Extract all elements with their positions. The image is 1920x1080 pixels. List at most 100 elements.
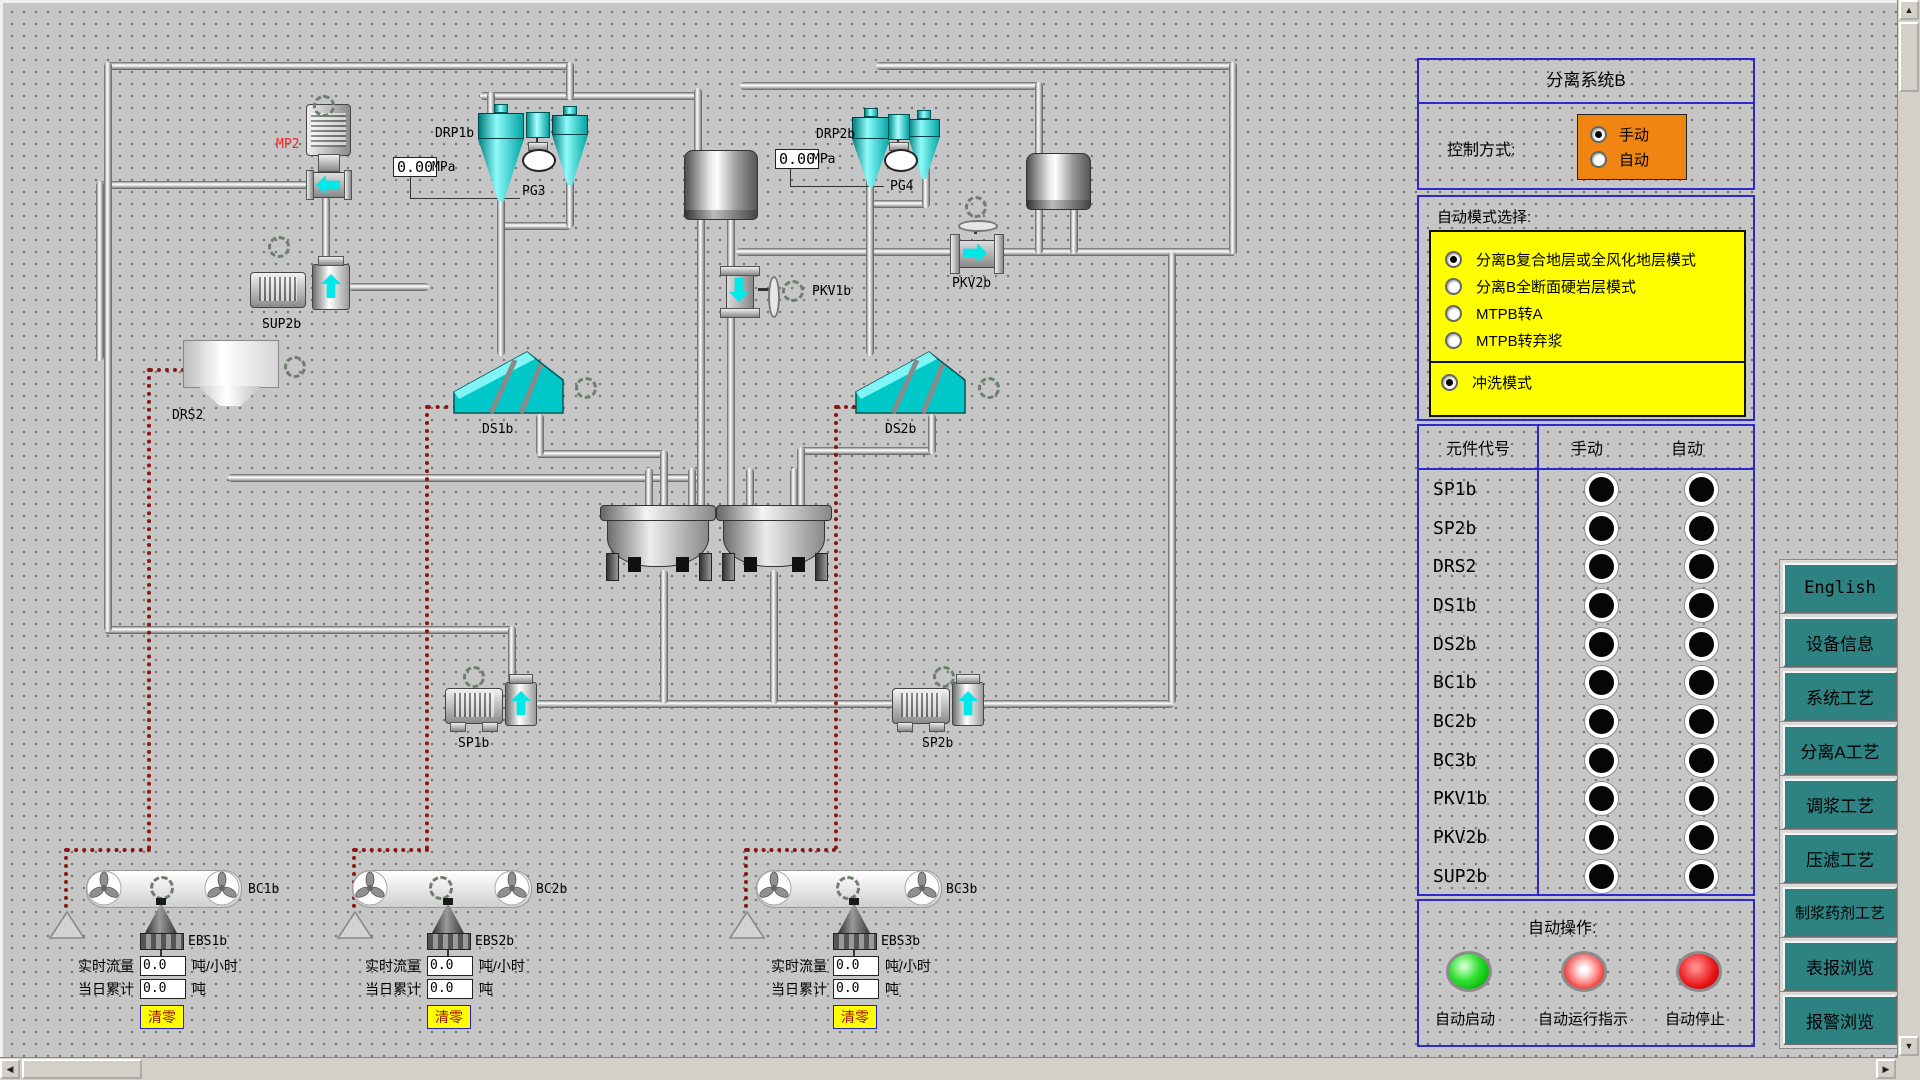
- daily-total-value[interactable]: 0.0: [427, 979, 473, 999]
- auto-mode-option[interactable]: 分离B复合地层或全风化地层模式: [1431, 246, 1744, 273]
- nav-button-slurry-mixing[interactable]: 调浆工艺: [1783, 779, 1897, 829]
- nav-button-alarm-view[interactable]: 报警浏览: [1783, 995, 1897, 1045]
- auto-start-lamp[interactable]: [1446, 951, 1492, 992]
- manual-indicator[interactable]: [1585, 860, 1618, 893]
- sup2b-motor[interactable]: [250, 272, 306, 308]
- auto-mode-option[interactable]: MTPB转弃浆: [1431, 327, 1744, 354]
- auto-indicator[interactable]: [1685, 473, 1718, 506]
- pump-flange: [956, 674, 980, 684]
- auto-indicator[interactable]: [1685, 550, 1718, 583]
- daily-total-value[interactable]: 0.0: [140, 979, 186, 999]
- auto-running-lamp[interactable]: [1561, 951, 1607, 992]
- vertical-scrollbar[interactable]: ▲ ▼: [1897, 0, 1920, 1058]
- auto-indicator[interactable]: [1685, 744, 1718, 777]
- vertical-scroll-thumb[interactable]: [1899, 22, 1919, 92]
- manual-indicator[interactable]: [1585, 550, 1618, 583]
- auto-indicator[interactable]: [1685, 782, 1718, 815]
- table-row: BC3b: [1419, 741, 1753, 780]
- drp1b-cyclone-1[interactable]: [478, 104, 524, 201]
- auto-indicator[interactable]: [1685, 589, 1718, 622]
- scroll-left-button[interactable]: ◀: [0, 1059, 20, 1079]
- manual-indicator[interactable]: [1585, 628, 1618, 661]
- nav-button-english[interactable]: English: [1783, 563, 1897, 613]
- manual-indicator[interactable]: [1585, 705, 1618, 738]
- mp2-valve[interactable]: [306, 170, 350, 198]
- table-column-divider: [1537, 424, 1539, 896]
- pg3-gauge[interactable]: [522, 149, 556, 172]
- drp1b-cyclone-2[interactable]: [552, 106, 588, 185]
- horizontal-scroll-thumb[interactable]: [22, 1059, 142, 1079]
- mixing-tank-1[interactable]: [600, 505, 716, 585]
- ds2b-shaker[interactable]: [855, 350, 967, 416]
- nav-button-slurry-agent[interactable]: 制浆药剂工艺: [1783, 887, 1897, 937]
- nav-button-device-info[interactable]: 设备信息: [1783, 617, 1897, 667]
- auto-indicator[interactable]: [1685, 860, 1718, 893]
- radio-mode-3[interactable]: [1445, 305, 1462, 322]
- flush-mode-option[interactable]: 冲洗模式: [1431, 363, 1744, 401]
- flow-rate-label: 实时流量: [78, 956, 140, 976]
- nav-button-separation-a[interactable]: 分离A工艺: [1783, 725, 1897, 775]
- radio-mode-2[interactable]: [1445, 278, 1462, 295]
- radio-mode-4[interactable]: [1445, 332, 1462, 349]
- pipe-segment: [104, 62, 112, 632]
- manual-indicator[interactable]: [1585, 589, 1618, 622]
- status-ring: [575, 377, 597, 399]
- pkv1b-handwheel[interactable]: [768, 276, 780, 318]
- material-dotted-line: [425, 405, 429, 850]
- scroll-down-button[interactable]: ▼: [1899, 1036, 1919, 1056]
- clear-button[interactable]: 清零: [140, 1005, 184, 1029]
- manual-indicator[interactable]: [1585, 473, 1618, 506]
- manual-indicator[interactable]: [1585, 821, 1618, 854]
- drs2-tank[interactable]: [183, 340, 279, 388]
- scroll-left-icon: ◀: [7, 1064, 14, 1075]
- ds1b-shaker[interactable]: [453, 350, 565, 416]
- auto-indicator[interactable]: [1685, 705, 1718, 738]
- nav-button-system-process[interactable]: 系统工艺: [1783, 671, 1897, 721]
- sup2b-pump[interactable]: [312, 264, 350, 310]
- radio-flush-mode[interactable]: [1441, 374, 1458, 391]
- auto-indicator[interactable]: [1685, 821, 1718, 854]
- flow-rate-unit: 吨/小时: [885, 956, 931, 976]
- auto-mode-option[interactable]: 分离B全断面硬岩层模式: [1431, 273, 1744, 300]
- conveyor-roller-icon: [352, 870, 388, 906]
- auto-stop-lamp[interactable]: [1676, 951, 1722, 992]
- daily-total-value[interactable]: 0.0: [833, 979, 879, 999]
- flow-rate-value[interactable]: 0.0: [427, 956, 473, 976]
- pg4-gauge[interactable]: [884, 149, 918, 172]
- sp2b-pump[interactable]: [952, 682, 984, 726]
- mixing-tank-2[interactable]: [716, 505, 832, 585]
- auto-mode-option[interactable]: MTPB转A: [1431, 300, 1744, 327]
- manual-indicator[interactable]: [1585, 512, 1618, 545]
- auto-indicator[interactable]: [1685, 628, 1718, 661]
- pkv1b-valve[interactable]: [718, 266, 760, 316]
- nav-button-report-view[interactable]: 表报浏览: [1783, 941, 1897, 991]
- pipe-segment: [694, 88, 702, 158]
- auto-indicator[interactable]: [1685, 666, 1718, 699]
- nav-button-filter-press[interactable]: 压滤工艺: [1783, 833, 1897, 883]
- mode-1-label: 分离B复合地层或全风化地层模式: [1476, 249, 1696, 270]
- hopper-icon: [728, 910, 766, 940]
- panel-title: 分离系统B: [1419, 60, 1753, 104]
- manual-indicator[interactable]: [1585, 744, 1618, 777]
- scroll-right-button[interactable]: ▶: [1876, 1059, 1896, 1079]
- material-dotted-line: [66, 848, 151, 852]
- manual-indicator[interactable]: [1585, 782, 1618, 815]
- sp2b-motor[interactable]: [892, 688, 950, 724]
- pkv2b-valve[interactable]: [950, 232, 1002, 272]
- scroll-up-button[interactable]: ▲: [1899, 0, 1919, 20]
- buffer-tank-1[interactable]: [684, 150, 758, 220]
- radio-mode-1[interactable]: [1445, 251, 1462, 268]
- component-code: DS2b: [1419, 634, 1551, 655]
- auto-indicator[interactable]: [1685, 512, 1718, 545]
- manual-indicator[interactable]: [1585, 666, 1618, 699]
- buffer-tank-2[interactable]: [1026, 153, 1091, 210]
- horizontal-scrollbar[interactable]: ◀ ▶: [0, 1057, 1898, 1080]
- clear-button[interactable]: 清零: [833, 1005, 877, 1029]
- sp1b-motor[interactable]: [445, 688, 503, 724]
- clear-button[interactable]: 清零: [427, 1005, 471, 1029]
- flow-rate-value[interactable]: 0.0: [140, 956, 186, 976]
- flow-rate-value[interactable]: 0.0: [833, 956, 879, 976]
- drp2b-cyclone-1[interactable]: [852, 108, 890, 187]
- sp1b-pump[interactable]: [505, 682, 537, 726]
- pkv2b-handwheel[interactable]: [958, 220, 998, 232]
